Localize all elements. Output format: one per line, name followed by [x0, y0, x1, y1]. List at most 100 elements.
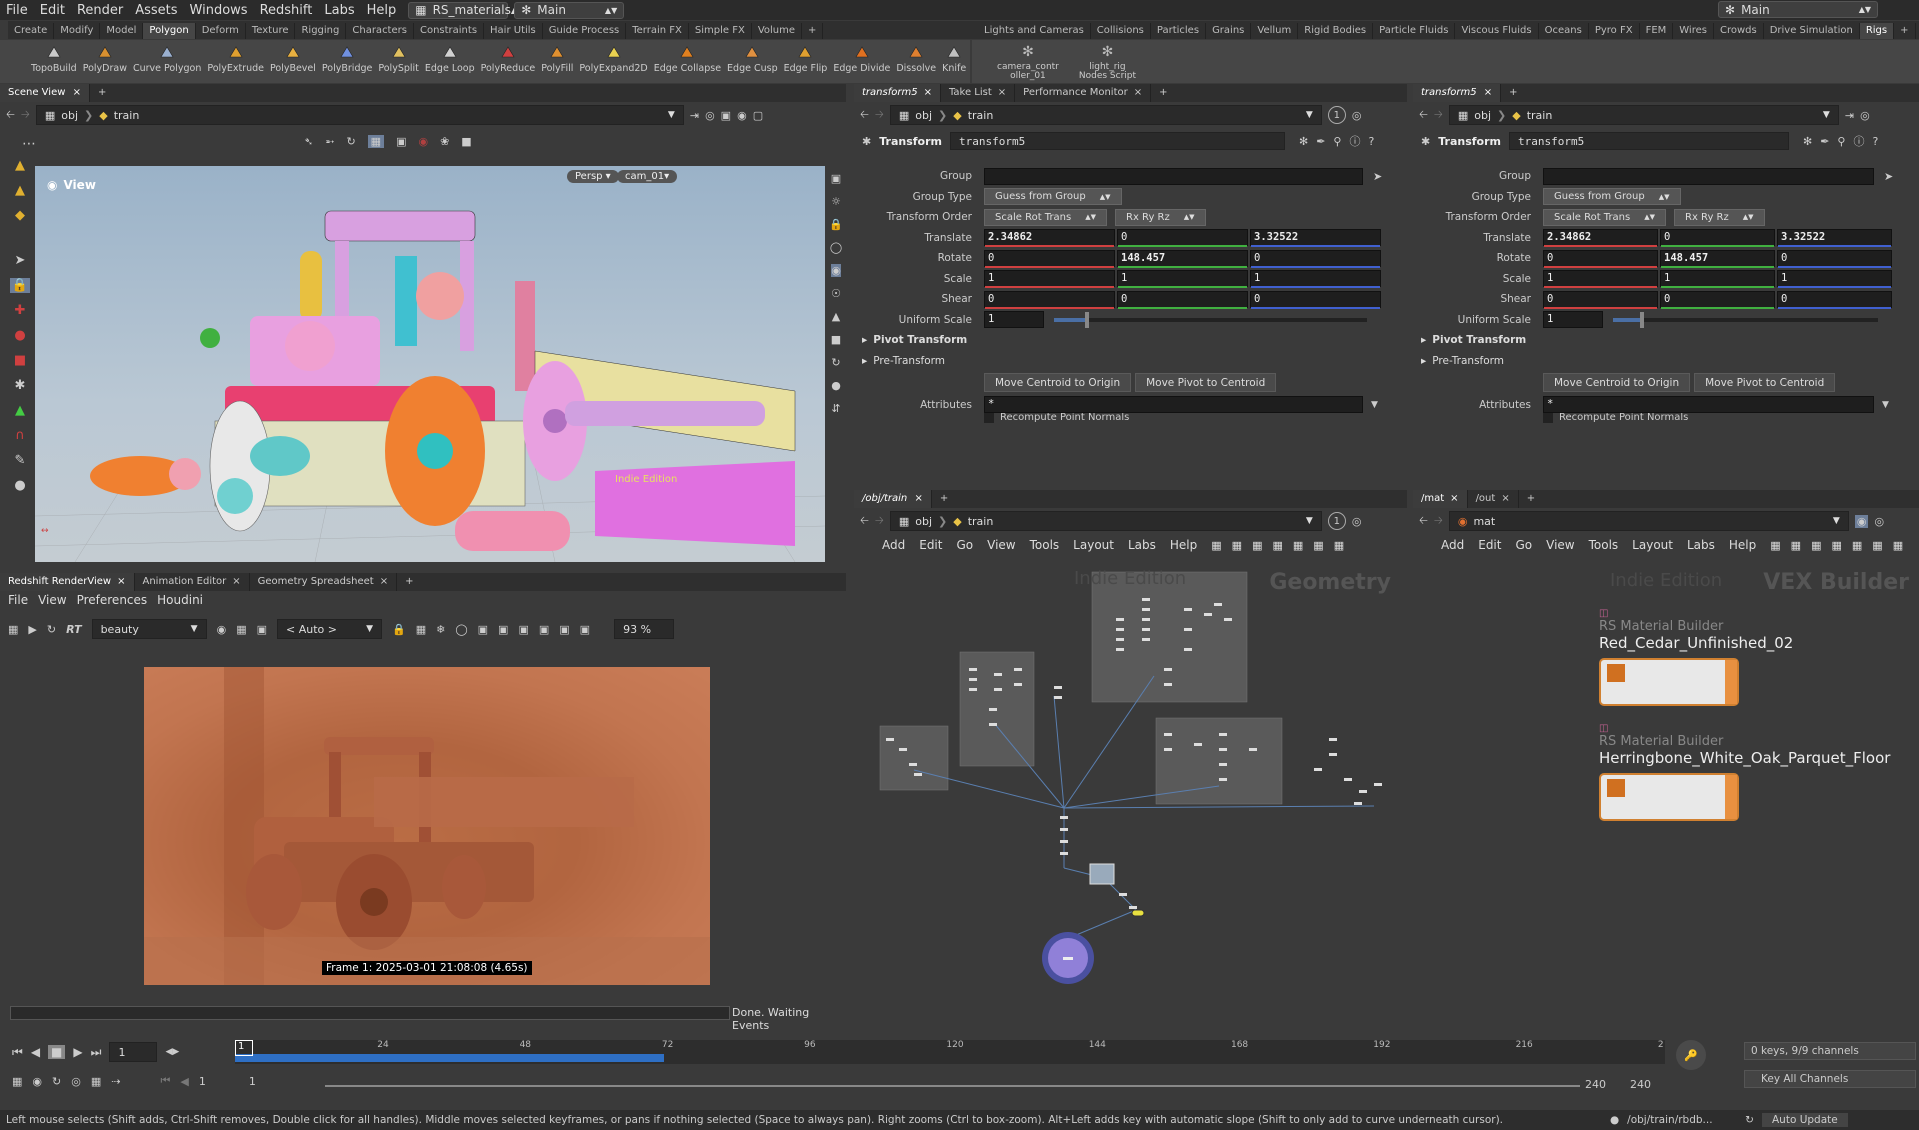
play-icon[interactable]: ▶ — [73, 1045, 82, 1059]
move-pivot-button[interactable]: Move Pivot to Centroid — [1135, 373, 1277, 392]
translate-icon[interactable]: ✚ — [15, 303, 26, 318]
brush-outline-icon[interactable]: ▣ — [518, 623, 528, 636]
region-icon[interactable]: ▣ — [498, 623, 508, 636]
net-menu-go[interactable]: Go — [1515, 538, 1532, 552]
shading-icon[interactable]: ◉ — [737, 109, 747, 122]
back-arrow-icon[interactable]: 🡠 — [1419, 106, 1428, 125]
scale-x-field[interactable]: 1 — [984, 270, 1115, 288]
menu-render[interactable]: Render — [71, 3, 129, 18]
net-menu-tools[interactable]: Tools — [1030, 538, 1060, 552]
film-icon[interactable]: ▦ — [8, 623, 18, 636]
range-start-icon[interactable]: ⏮ — [160, 1074, 170, 1088]
search-icon[interactable]: ⚲ — [1333, 135, 1341, 148]
shelf-tab-characters[interactable]: Characters — [346, 23, 414, 39]
scene-path-field[interactable]: ▦ obj ❯ ◆ train ▼ — [35, 105, 684, 125]
tool-edge-divide[interactable]: Edge Divide — [830, 44, 893, 74]
image-icon[interactable]: ▦ — [1334, 539, 1344, 552]
group-select-icon[interactable]: ↻ — [346, 135, 355, 148]
move-centroid-button[interactable]: Move Centroid to Origin — [984, 373, 1132, 392]
shelf-tab-modify[interactable]: Modify — [54, 23, 101, 39]
tab-geometry-spreadsheet[interactable]: Geometry Spreadsheet × — [250, 573, 398, 591]
render-menu-file[interactable]: File — [8, 593, 28, 607]
add-snapshot-icon[interactable]: ▣ — [559, 623, 569, 636]
network-right-path-field[interactable]: ◉ mat ▼ — [1448, 511, 1849, 531]
close-icon[interactable]: × — [117, 576, 125, 587]
scale-icon[interactable]: ■ — [14, 353, 26, 368]
menu-redshift[interactable]: Redshift — [254, 3, 319, 18]
timeline-track[interactable]: 1 24 48 72 96 120 144 168 192 216 2 — [235, 1040, 1665, 1064]
link-icon[interactable]: ◎ — [1352, 515, 1362, 528]
net-menu-edit[interactable]: Edit — [1478, 538, 1501, 552]
pre-transform-folder[interactable]: ▸ Pre-Transform — [1421, 351, 1504, 371]
add-tab-button[interactable]: + — [397, 573, 421, 591]
realtime-icon[interactable]: ▦ — [12, 1075, 22, 1088]
timeline-key-icon[interactable]: 🔑 — [1676, 1040, 1706, 1070]
current-frame-field[interactable]: 1 — [109, 1042, 158, 1062]
menu-labs[interactable]: Labs — [318, 3, 360, 18]
menu-file[interactable]: File — [0, 3, 34, 18]
tool-topobuild[interactable]: TopoBuild — [28, 44, 80, 74]
display-icon[interactable]: ▣ — [721, 109, 731, 122]
close-icon[interactable]: × — [1450, 493, 1458, 504]
key-all-channels[interactable]: Key All Channels — [1744, 1070, 1916, 1088]
shade-icon[interactable]: ■ — [831, 333, 841, 346]
gear-icon[interactable]: ✻ — [1299, 135, 1308, 148]
grid-icon[interactable]: ▦ — [236, 623, 246, 636]
sphere-icon[interactable]: ● — [14, 478, 25, 493]
realtime-toggle-icon[interactable]: ◎ — [71, 1075, 81, 1088]
net-menu-labs[interactable]: Labs — [1128, 538, 1156, 552]
shelf-tab-lights-and-cameras[interactable]: Lights and Cameras — [978, 23, 1091, 39]
image-icon[interactable]: ▣ — [539, 623, 549, 636]
rotate-x-field[interactable]: 0 — [1543, 249, 1658, 268]
grid-view-icon[interactable]: ▦ — [1811, 539, 1821, 552]
slider-knob[interactable] — [1085, 311, 1090, 328]
grid-view-icon[interactable]: ▦ — [1252, 539, 1262, 552]
tool-edge-collapse[interactable]: Edge Collapse — [651, 44, 724, 74]
node-name-field[interactable]: transform5 — [949, 132, 1285, 150]
shelf-tab-deform[interactable]: Deform — [196, 23, 246, 39]
add-shelf-tab-button[interactable]: + — [802, 23, 824, 39]
add-tab-button[interactable]: + — [932, 490, 956, 508]
add-tab-button[interactable]: + — [1501, 84, 1525, 102]
vex-network-canvas[interactable]: Indie Edition VEX Builder ◫ RS Material B… — [1413, 558, 1919, 1028]
attributes-field[interactable]: * — [1543, 396, 1874, 413]
shear-y-field[interactable]: 0 — [1117, 290, 1248, 309]
step-icon[interactable]: ▦ — [91, 1075, 101, 1088]
translate-z-field[interactable]: 3.32522 — [1777, 229, 1892, 247]
tiles-icon[interactable]: ▦ — [416, 623, 426, 636]
transform-order-menu[interactable]: Scale Rot Trans ▲▼ — [1543, 208, 1667, 226]
go-to-start-icon[interactable]: ⏮ — [12, 1045, 23, 1060]
rig-tool-1[interactable]: ✻ light_rig Nodes Script — [1076, 44, 1139, 81]
ghost-icon[interactable]: ❀ — [440, 135, 449, 148]
group-type-menu[interactable]: Guess from Group ▲▼ — [984, 188, 1122, 205]
counter-badge[interactable]: 1 — [1327, 106, 1346, 124]
brush-icon[interactable]: ▲ — [15, 403, 25, 418]
net-menu-go[interactable]: Go — [956, 538, 973, 552]
forward-arrow-icon[interactable]: 🡢 — [1434, 106, 1443, 125]
snap-icon[interactable]: ▦ — [367, 134, 385, 148]
translate-z-field[interactable]: 3.32522 — [1250, 229, 1381, 247]
rotation-order-menu[interactable]: Rx Ry Rz ▲▼ — [1674, 208, 1765, 226]
lock-icon[interactable]: 🔒 — [9, 278, 31, 293]
tab-out[interactable]: /out × — [1468, 490, 1519, 508]
net-menu-layout[interactable]: Layout — [1632, 538, 1673, 552]
refresh-icon[interactable]: ↻ — [1745, 1114, 1754, 1126]
rotate-x-field[interactable]: 0 — [984, 249, 1115, 268]
rotate-y-field[interactable]: 148.457 — [1660, 249, 1775, 268]
right-context-selector[interactable]: ✻ Main ▲▼ — [1718, 1, 1878, 18]
lock-camera-icon[interactable]: 🔒 — [829, 218, 843, 231]
group-type-menu[interactable]: Guess from Group ▲▼ — [1543, 188, 1681, 205]
net-menu-add[interactable]: Add — [882, 538, 905, 552]
rotate-icon[interactable]: ● — [14, 328, 25, 343]
shelf-tab-viscous-fluids[interactable]: Viscous Fluids — [1455, 23, 1539, 39]
pin-icon[interactable]: ◉ — [1854, 514, 1869, 528]
link-icon[interactable]: ◎ — [705, 109, 715, 122]
persp-menu[interactable]: Persp ▾ — [567, 170, 619, 183]
snapshot-icon[interactable]: ◯ — [830, 241, 842, 254]
params-path-field[interactable]: ▦ obj ❯ ◆ train ▼ — [889, 105, 1322, 125]
brush-icon[interactable]: ✒ — [1316, 135, 1325, 148]
range-start-field[interactable]: 1 — [199, 1075, 239, 1088]
shear-z-field[interactable]: 0 — [1777, 290, 1892, 309]
copy-icon[interactable]: ▣ — [580, 623, 590, 636]
back-arrow-icon[interactable]: 🡠 — [860, 512, 869, 531]
